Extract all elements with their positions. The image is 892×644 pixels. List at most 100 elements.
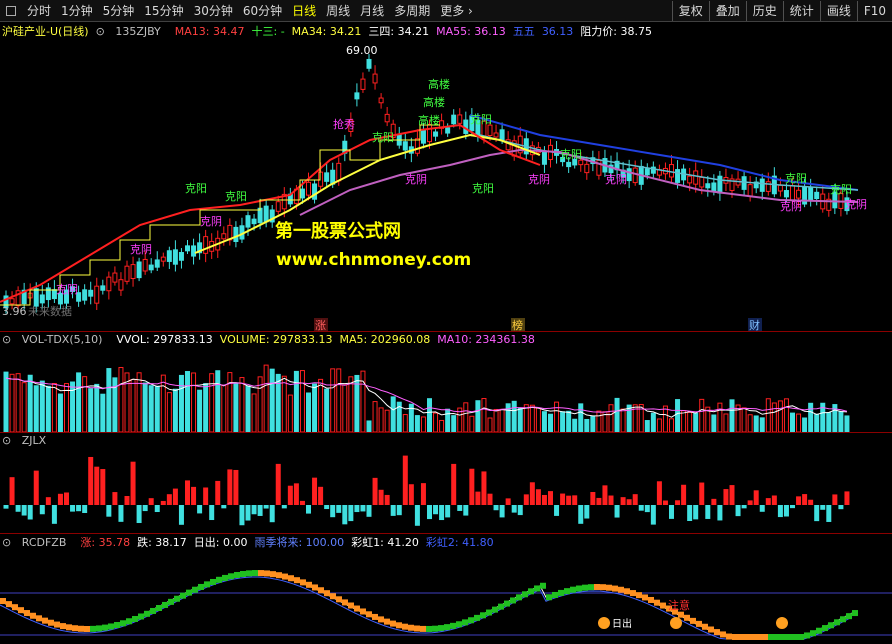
candle — [717, 175, 723, 194]
wuwu-label: 五五 — [512, 25, 535, 38]
signal-tag-magenta: 克阴 — [780, 200, 802, 213]
candle — [493, 132, 499, 138]
capital-flow-bar — [632, 494, 638, 505]
capital-flow-bar — [487, 493, 493, 505]
volume-bar — [802, 417, 808, 432]
rcd-band-segment — [192, 586, 198, 593]
overlay-button[interactable]: 叠加 — [708, 1, 746, 21]
zjlx-indicator-dropdown[interactable]: ⊙ ZJLX — [2, 433, 53, 449]
rcd-band-segment — [30, 612, 36, 619]
volume-bar — [753, 415, 759, 432]
capital-flow-bar — [535, 489, 541, 505]
toolbar-actions: 复权 叠加 历史 统计 画线 F10 — [671, 0, 892, 22]
rcd-band-segment — [732, 634, 738, 640]
stock-title[interactable]: 沪硅产业-U(日线) — [2, 24, 89, 40]
volume-bar — [439, 419, 445, 432]
high-price-label: 69.00 — [346, 44, 378, 57]
candle — [759, 178, 765, 192]
price-chart[interactable]: 高楼高楼高楼 克阳克阳克阳克阳克阳克阳克阳克阳克阴克阴克阴克阴 克阴 克阴抢秀克阴 克阴… — [0, 40, 892, 332]
rcd-band-segment — [270, 571, 276, 578]
candle — [669, 164, 674, 178]
capital-flow-bar — [705, 505, 711, 519]
signal-tag-green: 克阳 — [830, 183, 852, 196]
rcd-band-segment — [144, 610, 150, 617]
volume-bar — [100, 393, 106, 432]
candle — [457, 114, 463, 124]
draw-button[interactable]: 画线 — [819, 1, 857, 21]
tab-period-0[interactable]: 分时 — [22, 0, 56, 22]
capital-flow-bar — [493, 505, 499, 511]
rcd-band-segment — [186, 589, 192, 596]
capital-flow-bar — [523, 494, 529, 505]
signal-tag-green: 克阳 — [560, 148, 582, 161]
rcd-band-segment — [330, 593, 336, 600]
volume-bar — [27, 374, 33, 432]
capital-flow-bar — [439, 505, 445, 521]
capital-flow-bar — [554, 505, 560, 516]
rcd-band-segment — [492, 606, 498, 613]
candle — [711, 182, 717, 192]
vol-indicator-dropdown[interactable]: ⊙ VOL-TDX(5,10) — [2, 332, 109, 348]
rcd-band-segment — [564, 588, 570, 595]
fuquan-button[interactable]: 复权 — [671, 1, 709, 21]
indicator-dropdown[interactable]: ⊙ 135ZJBY — [96, 24, 168, 40]
rcd-richu-mark: 日出 — [612, 617, 632, 630]
period-tabs: 分时 1分钟 5分钟 15分钟 30分钟 60分钟 日线 周线 月线 多周期 更… — [0, 0, 478, 22]
rcd-band-segment — [36, 615, 42, 622]
volume-bar — [433, 412, 439, 432]
tab-period-5[interactable]: 60分钟 — [238, 0, 287, 22]
tab-period-daily[interactable]: 日线 — [287, 0, 321, 22]
volume-bar — [699, 398, 705, 432]
capital-flow-bar — [233, 469, 239, 505]
f10-button[interactable]: F10 — [856, 1, 892, 21]
rcd-band-segment — [804, 632, 810, 639]
rcd-band-segment — [648, 596, 654, 603]
history-button[interactable]: 历史 — [745, 1, 783, 21]
capital-flow-bar — [384, 494, 390, 505]
capital-flow-bar — [336, 505, 342, 513]
tab-period-9[interactable]: 多周期 — [389, 0, 435, 22]
stats-button[interactable]: 统计 — [782, 1, 820, 21]
tab-period-more[interactable]: 更多 › — [435, 0, 478, 22]
candle — [106, 276, 112, 292]
rcd-chart[interactable]: 注意 日出 — [0, 551, 892, 644]
capital-flow-bar — [3, 505, 9, 509]
tab-period-7[interactable]: 周线 — [321, 0, 355, 22]
rcd-band-segment — [288, 575, 294, 582]
capital-flow-bar — [293, 483, 299, 505]
volume-bar — [251, 393, 257, 432]
capital-flow-chart[interactable] — [0, 449, 892, 533]
tab-period-1[interactable]: 1分钟 — [56, 0, 98, 22]
tab-period-2[interactable]: 5分钟 — [98, 0, 140, 22]
badge-bang[interactable]: 榜 — [512, 318, 523, 332]
rcd-band-segment — [102, 624, 108, 631]
rcd-band-segment — [222, 574, 228, 581]
rcd-band-segment — [702, 623, 708, 630]
capital-flow-bar — [366, 505, 372, 517]
tab-period-3[interactable]: 15分钟 — [139, 0, 188, 22]
grid-icon[interactable] — [6, 6, 16, 16]
volume-bar — [160, 374, 166, 432]
tab-period-8[interactable]: 月线 — [355, 0, 389, 22]
rcd-band-segment — [156, 605, 162, 612]
candle — [100, 285, 106, 291]
volume-chart[interactable] — [0, 348, 892, 432]
candle — [796, 189, 802, 199]
vol-header: ⊙ VOL-TDX(5,10) VVOL: 297833.13 VOLUME: … — [0, 332, 542, 348]
rcd-indicator-dropdown[interactable]: ⊙ RCDFZB — [2, 535, 73, 551]
signal-tag-green: 克阳 — [225, 190, 247, 203]
badge-cai[interactable]: 财 — [749, 318, 760, 332]
capital-flow-bar — [469, 468, 475, 505]
tab-period-4[interactable]: 30分钟 — [189, 0, 238, 22]
volume-bars — [3, 364, 850, 432]
rcd-band-segment — [792, 634, 798, 640]
candle — [178, 252, 184, 261]
rcd-band-segment — [402, 623, 408, 630]
candle — [88, 289, 94, 297]
rcd-band-segment — [810, 630, 816, 637]
volume-bar — [844, 415, 850, 432]
capital-flow-bar — [427, 505, 432, 520]
volume-bar — [765, 398, 771, 432]
rcd-band-segment — [24, 610, 30, 617]
capital-flow-bar — [124, 496, 130, 505]
